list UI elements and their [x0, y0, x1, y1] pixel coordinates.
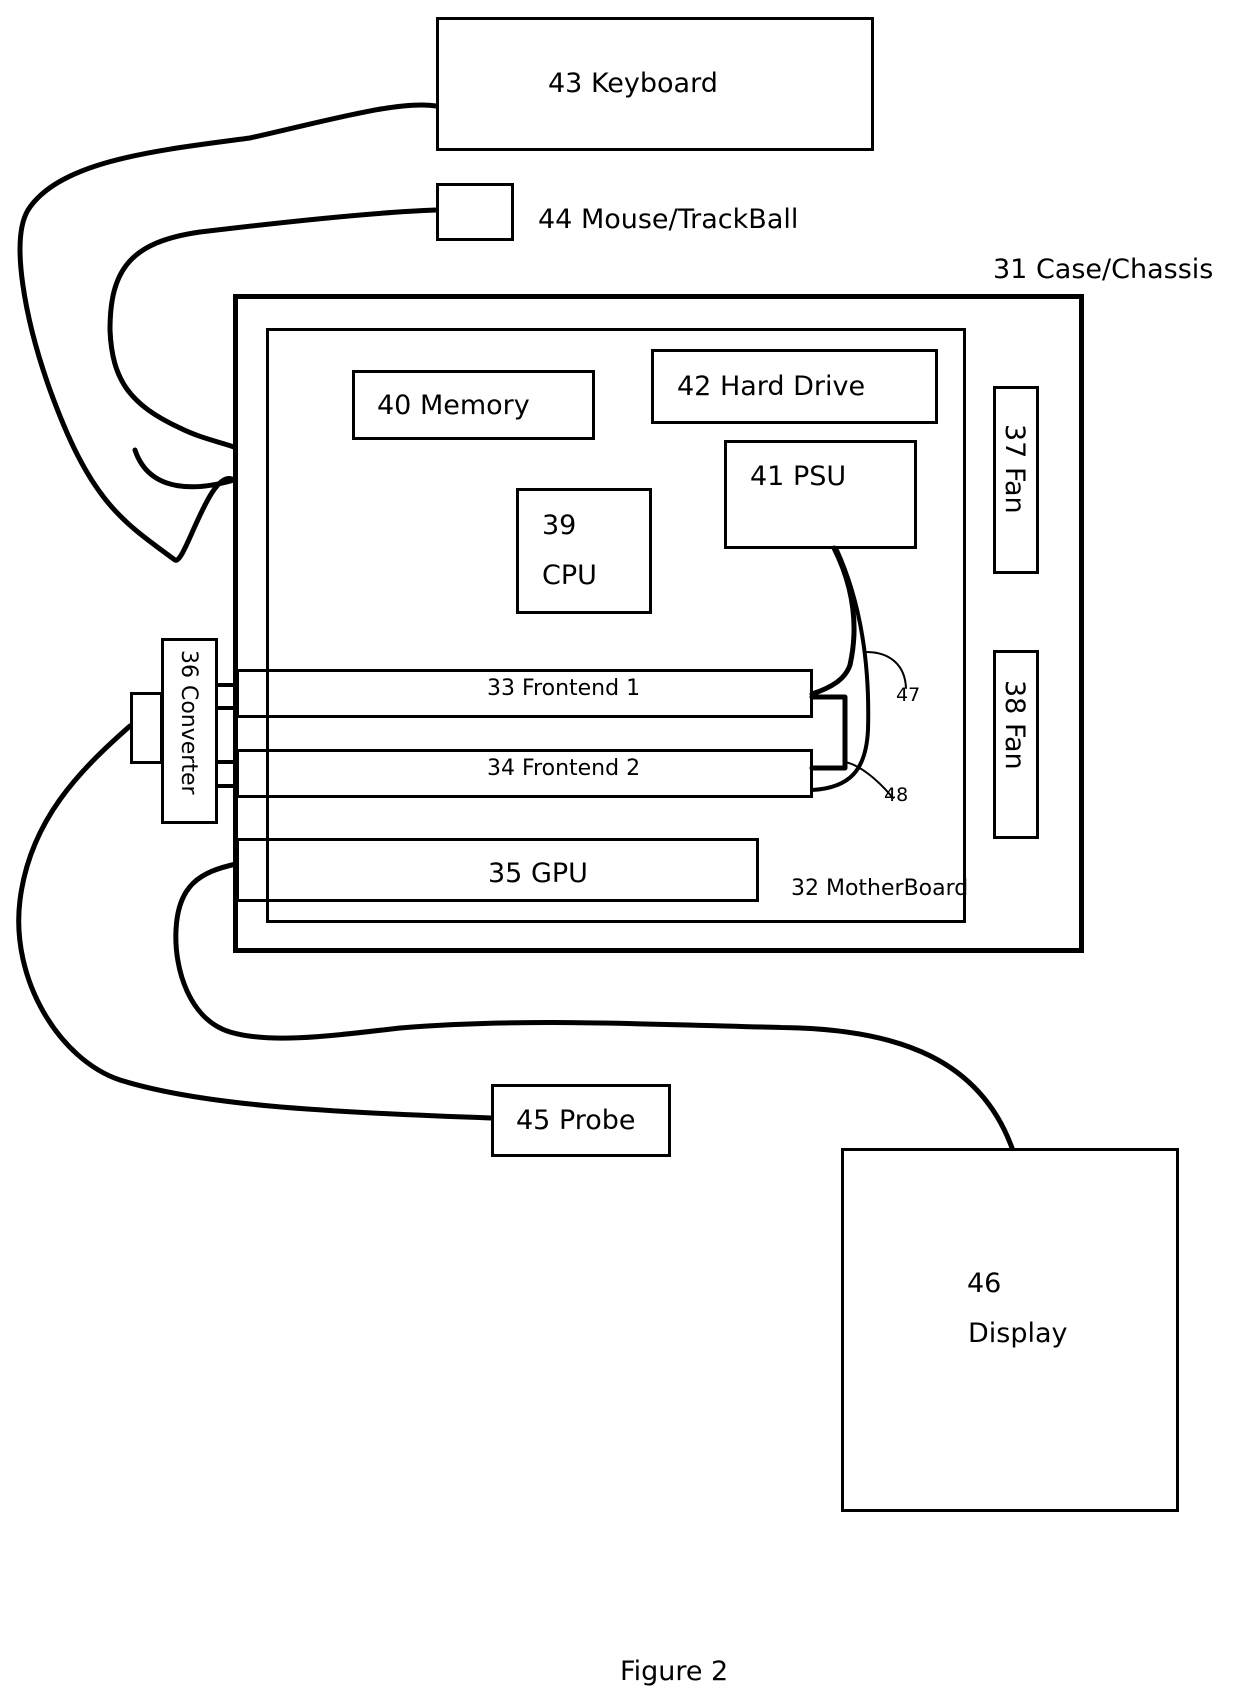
keyboard-label: 43 Keyboard — [548, 68, 718, 99]
display-name: Display — [968, 1318, 1068, 1349]
fan-38-label: 38 Fan — [999, 680, 1030, 770]
psu-label: 41 PSU — [750, 461, 847, 492]
hard-drive-label: 42 Hard Drive — [677, 371, 866, 402]
memory-label: 40 Memory — [377, 390, 530, 421]
frontend-2-label: 34 Frontend 2 — [487, 756, 641, 781]
callout-48: 48 — [884, 784, 909, 806]
callout-47: 47 — [896, 684, 921, 706]
probe-label: 45 Probe — [516, 1105, 636, 1136]
cpu-name: CPU — [542, 560, 597, 591]
psu-box — [724, 440, 917, 549]
chassis-label: 31 Case/Chassis — [993, 254, 1214, 285]
mouse-label: 44 Mouse/TrackBall — [538, 204, 799, 235]
figure-caption: Figure 2 — [620, 1656, 729, 1687]
motherboard-label: 32 MotherBoard — [791, 876, 969, 901]
converter-port-box — [130, 692, 163, 764]
cpu-number: 39 — [542, 510, 577, 541]
display-number: 46 — [967, 1268, 1002, 1299]
fan-37-label: 37 Fan — [999, 424, 1030, 514]
converter-label: 36 Converter — [176, 650, 201, 795]
gpu-label: 35 GPU — [488, 858, 588, 889]
frontend-1-label: 33 Frontend 1 — [487, 676, 641, 701]
cpu-box — [516, 488, 652, 614]
mouse-box — [436, 183, 514, 241]
